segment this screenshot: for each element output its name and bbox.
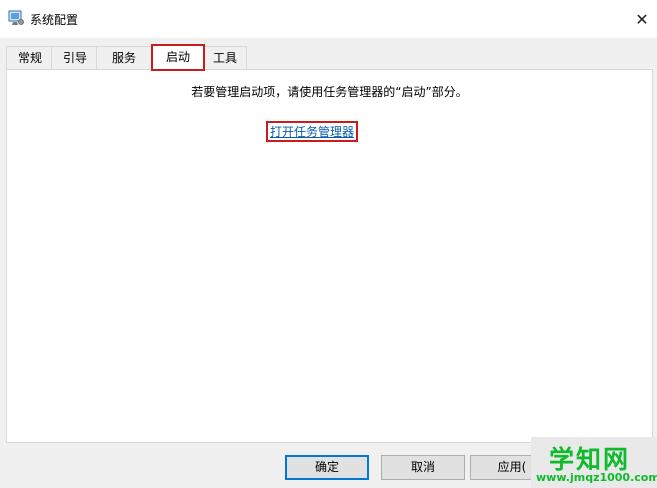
tab-label: 服务 [111,51,136,65]
startup-instruction: 若要管理启动项，请使用任务管理器的“启动”部分。 [191,85,468,99]
tab-services[interactable]: 服务 [96,46,152,69]
tab-tools[interactable]: 工具 [203,46,247,69]
open-task-manager-link[interactable]: 打开任务管理器 [270,123,354,140]
tab-startup[interactable]: 启动 [151,44,205,71]
tab-general[interactable]: 常规 [6,46,54,69]
tab-label: 启动 [165,50,190,64]
tab-label: 工具 [212,51,237,65]
cancel-button[interactable]: 取消 [381,455,465,480]
watermark-url: www.jmqz1000.com [536,471,657,484]
ok-button[interactable]: 确定 [285,455,369,480]
tab-boot[interactable]: 引导 [51,46,99,69]
close-icon: ✕ [635,9,649,29]
startup-panel: 若要管理启动项，请使用任务管理器的“启动”部分。 打开任务管理器 [6,69,653,443]
tab-label: 引导 [62,51,87,65]
system-config-icon [8,10,24,26]
tab-label: 常规 [17,51,42,65]
title-bar[interactable]: 系统配置 ✕ [0,0,657,38]
window-title: 系统配置 [30,13,79,27]
watermark-logo: 学知网 www.jmqz1000.com [531,437,657,488]
system-config-window: 系统配置 ✕ 常规 引导 服务 启动 工具 若要管理启动项，请使用任务管理器的“… [0,0,657,488]
open-task-manager-highlight: 打开任务管理器 [266,121,358,142]
close-button[interactable]: ✕ [627,0,657,38]
